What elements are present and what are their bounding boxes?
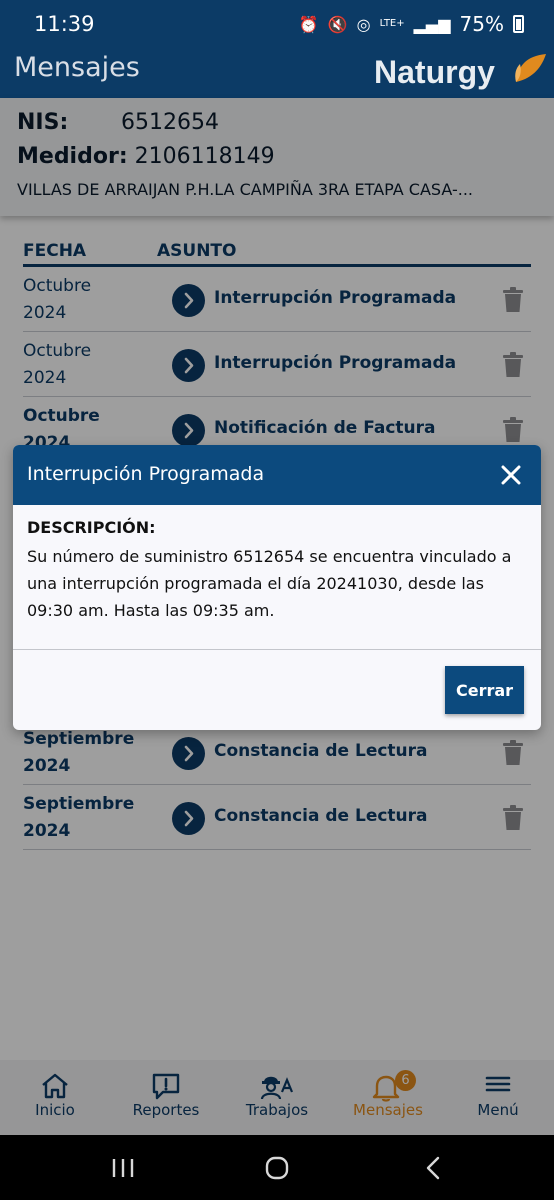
battery-percent: 75%: [459, 12, 504, 36]
brand-logo: Naturgy: [374, 54, 495, 90]
signal-icon: ▂▄▆: [413, 14, 451, 34]
nav-label: Trabajos: [245, 1101, 309, 1119]
app-header: Mensajes Naturgy: [0, 50, 554, 98]
nav-item-inicio[interactable]: Inicio: [15, 1060, 95, 1135]
nav-item-reportes[interactable]: Reportes: [126, 1060, 206, 1135]
alarm-icon: ⏰: [298, 14, 319, 34]
nav-label: Inicio: [35, 1101, 75, 1119]
nav-item-mensajes[interactable]: 6 Mensajes: [348, 1060, 428, 1135]
hotspot-icon: ◎: [356, 14, 371, 34]
close-icon[interactable]: [498, 462, 524, 488]
nav-label: Mensajes: [353, 1101, 423, 1119]
battery-icon: [513, 15, 524, 33]
dialog-title: Interrupción Programada: [27, 463, 265, 485]
system-nav-bar: [0, 1135, 554, 1200]
dialog-body: DESCRIPCIÓN: Su número de suministro 651…: [27, 518, 527, 624]
description-label: DESCRIPCIÓN:: [27, 518, 156, 537]
dialog-divider: [13, 649, 541, 650]
worker-icon: [260, 1076, 294, 1100]
bottom-nav: Inicio Reportes Trabajos 6 Mensajes Menú: [0, 1060, 554, 1135]
mute-icon: 🔇: [327, 14, 348, 34]
description-text: Su número de suministro 6512654 se encue…: [27, 547, 512, 620]
message-dialog: Interrupción Programada DESCRIPCIÓN: Su …: [13, 445, 541, 730]
status-time: 11:39: [34, 12, 95, 36]
close-button[interactable]: Cerrar: [445, 666, 524, 714]
home-button-icon[interactable]: [265, 1156, 289, 1180]
recents-icon[interactable]: [111, 1157, 135, 1179]
nav-label: Menú: [477, 1101, 519, 1119]
nav-label: Reportes: [132, 1101, 200, 1119]
dialog-header: Interrupción Programada: [13, 445, 541, 505]
home-icon: [42, 1073, 68, 1099]
hamburger-icon: [485, 1076, 511, 1092]
status-icons: ⏰ 🔇 ◎ LTE+ ▂▄▆ 75%: [299, 12, 524, 36]
nav-item-menu[interactable]: Menú: [458, 1060, 538, 1135]
butterfly-logo-icon: [515, 54, 546, 82]
nav-item-trabajos[interactable]: Trabajos: [237, 1060, 317, 1135]
report-icon: [152, 1073, 180, 1100]
status-bar: 11:39 ⏰ 🔇 ◎ LTE+ ▂▄▆ 75%: [0, 0, 554, 50]
back-icon[interactable]: [423, 1156, 443, 1180]
notification-badge: 6: [395, 1070, 416, 1091]
page-title: Mensajes: [14, 52, 140, 83]
network-type: LTE+: [379, 18, 405, 29]
